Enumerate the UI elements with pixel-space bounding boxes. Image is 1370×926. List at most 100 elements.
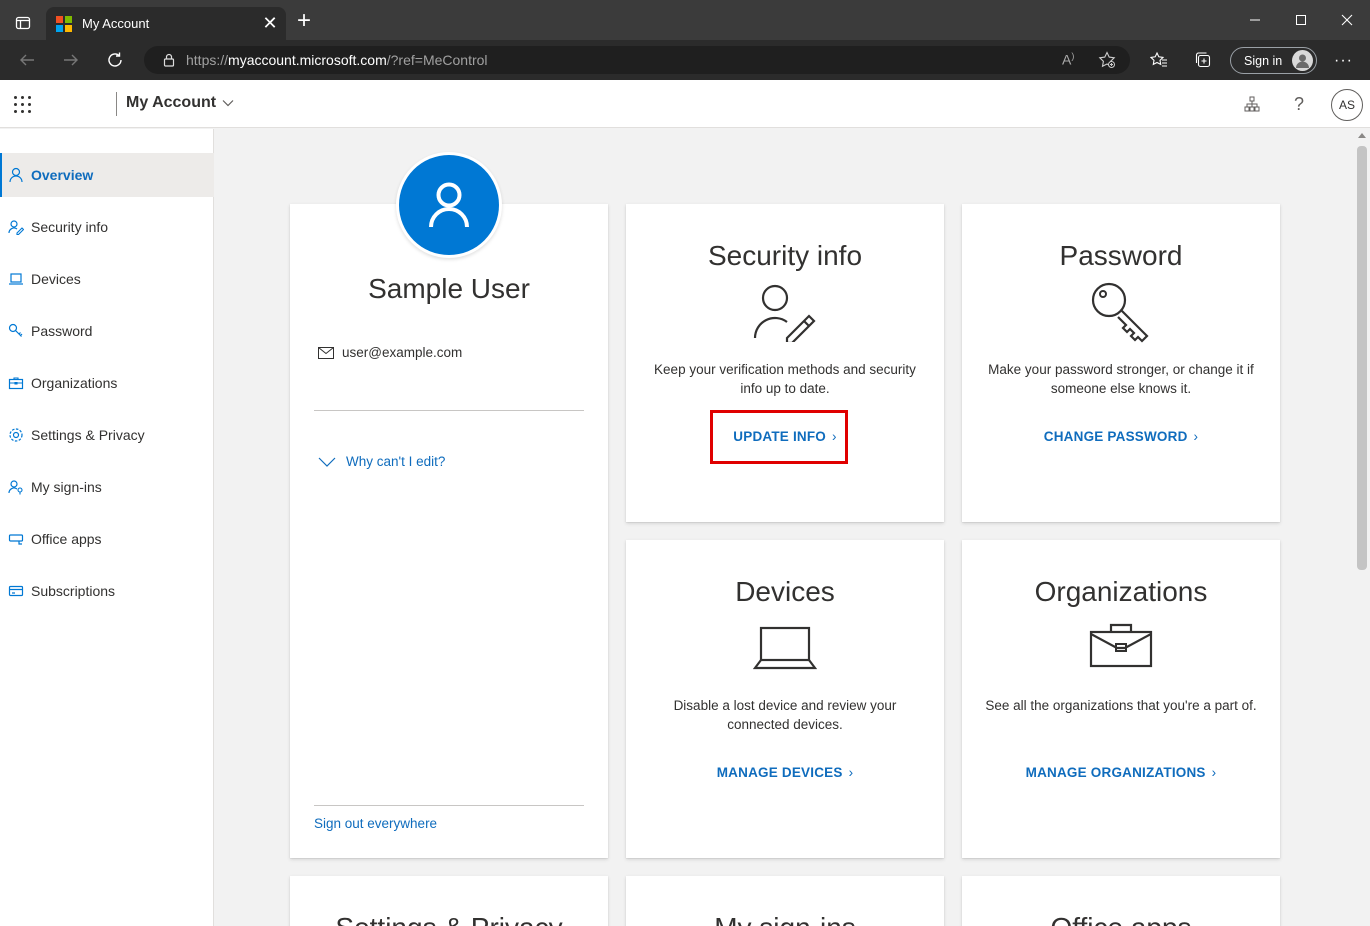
- chevron-right-icon: ›: [848, 765, 854, 780]
- profile-avatar-icon: [1292, 50, 1313, 71]
- sidebar-item-security-info[interactable]: Security info: [0, 205, 214, 249]
- change-password-link[interactable]: CHANGE PASSWORD ›: [962, 429, 1280, 444]
- sidebar-item-label: Security info: [31, 219, 109, 235]
- more-options-icon[interactable]: ···: [1334, 52, 1353, 70]
- person-key-icon: [7, 478, 25, 496]
- briefcase-icon: [1089, 622, 1153, 673]
- chevron-down-icon: [222, 100, 234, 107]
- scroll-thumb[interactable]: [1357, 146, 1367, 570]
- divider: [314, 805, 584, 806]
- sidebar-item-my-sign-ins[interactable]: My sign-ins: [0, 465, 214, 509]
- minimize-icon[interactable]: [1232, 0, 1278, 40]
- link-label: CHANGE PASSWORD: [1043, 429, 1188, 444]
- card-description: Keep your verification methods and secur…: [654, 362, 916, 396]
- profile-picture[interactable]: [396, 152, 502, 258]
- highlight-annotation: [710, 410, 848, 464]
- mail-icon: [318, 346, 334, 359]
- refresh-icon[interactable]: [100, 45, 130, 75]
- sign-out-everywhere-link[interactable]: Sign out everywhere: [314, 816, 437, 831]
- key-icon: [1089, 280, 1153, 349]
- sidebar-item-label: Organizations: [31, 375, 118, 391]
- profile-card: Sample User user@example.com Why can't I…: [290, 152, 608, 858]
- app-launcher-icon[interactable]: [14, 96, 31, 113]
- gear-icon: [7, 426, 25, 444]
- card-title: My sign-ins: [626, 912, 944, 926]
- sidebar-item-office-apps[interactable]: Office apps: [0, 517, 214, 561]
- sidebar-item-password[interactable]: Password: [0, 309, 214, 353]
- manage-devices-link[interactable]: MANAGE DEVICES ›: [626, 765, 944, 780]
- profile-email-row: user@example.com: [318, 345, 462, 360]
- browser-tab-bar: My Account ✕ +: [0, 0, 1370, 40]
- user-avatar[interactable]: AS: [1331, 89, 1363, 121]
- sidebar-item-settings-privacy[interactable]: Settings & Privacy: [0, 413, 214, 457]
- person-key-icon: [7, 218, 25, 236]
- read-aloud-icon[interactable]: A): [1062, 51, 1074, 68]
- laptop-icon: [7, 270, 25, 288]
- sidebar-item-subscriptions[interactable]: Subscriptions: [0, 569, 214, 613]
- sidebar-item-label: Office apps: [31, 531, 102, 547]
- card-title: Security info: [707, 240, 863, 271]
- back-icon[interactable]: [12, 45, 42, 75]
- sidebar-item-label: My sign-ins: [31, 479, 102, 495]
- page-scrollbar[interactable]: [1354, 129, 1370, 926]
- card-description: Disable a lost device and review your co…: [673, 698, 897, 732]
- header-divider: [116, 92, 117, 116]
- sidebar-item-overview[interactable]: Overview: [0, 153, 214, 197]
- profile-name: Sample User: [368, 273, 530, 304]
- manage-organizations-link[interactable]: MANAGE ORGANIZATIONS ›: [962, 765, 1280, 780]
- card-title: Devices: [735, 576, 835, 607]
- my-sign-ins-card: My sign-ins: [626, 876, 944, 926]
- app-title: My Account: [126, 94, 217, 111]
- person-edit-icon: [753, 282, 817, 347]
- person-icon: [7, 166, 25, 184]
- app-header: My Account ? AS: [0, 80, 1370, 128]
- sidebar-item-label: Settings & Privacy: [31, 427, 145, 443]
- sidebar-nav: Overview Security info Devices Password …: [0, 129, 214, 926]
- organization-chart-icon[interactable]: [1240, 92, 1264, 116]
- tab-title: My Account: [82, 16, 150, 31]
- link-label: MANAGE ORGANIZATIONS: [1025, 765, 1206, 780]
- browser-tab[interactable]: My Account ✕: [46, 7, 286, 40]
- maximize-icon[interactable]: [1278, 0, 1324, 40]
- card-icon: [7, 582, 25, 600]
- forward-icon[interactable]: [56, 45, 86, 75]
- collections-icon[interactable]: [1194, 51, 1212, 74]
- card-description: See all the organizations that you're a …: [985, 698, 1257, 713]
- scroll-up-icon[interactable]: [1358, 133, 1366, 138]
- chevron-down-icon: [318, 457, 336, 467]
- app-title-dropdown[interactable]: My Account: [126, 94, 234, 112]
- sidebar-item-label: Subscriptions: [31, 583, 116, 599]
- office-apps-card: Office apps: [962, 876, 1280, 926]
- card-title: Password: [1059, 240, 1183, 271]
- lock-icon[interactable]: [162, 53, 176, 67]
- office-icon: [7, 530, 25, 548]
- sidebar-item-organizations[interactable]: Organizations: [0, 361, 214, 405]
- new-tab-icon[interactable]: +: [292, 9, 316, 34]
- chevron-right-icon: ›: [1193, 429, 1199, 444]
- person-icon: [399, 155, 499, 255]
- tab-actions-icon[interactable]: [8, 8, 38, 38]
- why-edit-label: Why can't I edit?: [346, 454, 446, 469]
- close-window-icon[interactable]: [1324, 0, 1370, 40]
- favorites-icon[interactable]: [1149, 51, 1168, 74]
- add-favorite-icon[interactable]: [1098, 51, 1116, 74]
- why-cant-i-edit-link[interactable]: Why can't I edit?: [318, 454, 445, 469]
- card-title: Office apps: [962, 912, 1280, 926]
- settings-privacy-card: Settings & Privacy: [290, 876, 608, 926]
- address-bar[interactable]: https://myaccount.microsoft.com/?ref=MeC…: [144, 46, 1130, 74]
- help-icon[interactable]: ?: [1287, 92, 1311, 116]
- key-icon: [7, 322, 25, 340]
- briefcase-icon: [7, 374, 25, 392]
- close-tab-icon[interactable]: ✕: [258, 13, 282, 34]
- browser-sign-in-button[interactable]: Sign in: [1230, 47, 1317, 74]
- window-controls: [1232, 0, 1370, 40]
- card-description: Make your password stronger, or change i…: [988, 362, 1254, 396]
- sidebar-item-devices[interactable]: Devices: [0, 257, 214, 301]
- card-title: Organizations: [1034, 576, 1208, 607]
- laptop-icon: [752, 626, 818, 677]
- url-text: https://myaccount.microsoft.com/?ref=MeC…: [186, 52, 488, 68]
- microsoft-logo-icon: [56, 15, 72, 32]
- profile-email: user@example.com: [342, 345, 463, 360]
- sidebar-item-label: Password: [31, 323, 93, 339]
- sign-in-label: Sign in: [1244, 53, 1283, 68]
